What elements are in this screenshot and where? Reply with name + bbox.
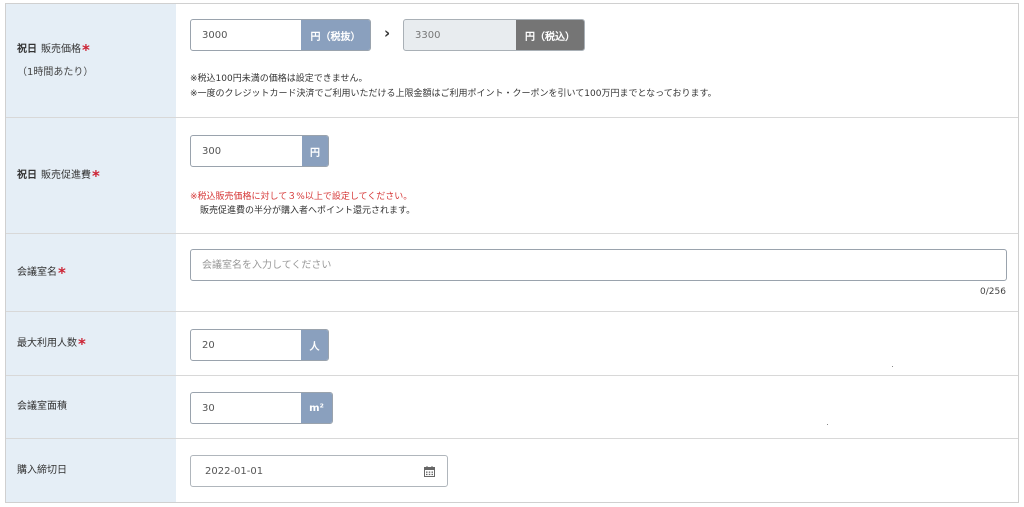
per-hour-note: （1時間あたり） <box>17 67 94 78</box>
room-name-label-text: 会議室名 <box>17 266 57 278</box>
price-incl-tax-group: 円（税込） <box>403 19 585 51</box>
room-area-label-text: 会議室面積 <box>17 401 67 412</box>
price-incl-tax-unit: 円（税込） <box>516 20 584 50</box>
max-people-label-text: 最大利用人数 <box>17 337 77 349</box>
char-counter: 0/256 <box>980 287 1006 297</box>
price-note-2: ※一度のクレジットカード決済でご利用いただける上限金額はご利用ポイント・クーポン… <box>190 89 717 99</box>
max-people-label: 最大利用人数 * <box>6 312 176 375</box>
room-name-content: 0/256 <box>176 234 1018 311</box>
max-people-content: 人 <box>176 312 1018 375</box>
deadline-input[interactable] <box>191 456 411 486</box>
room-area-group: m² <box>190 392 333 424</box>
promo-fee-unit: 円 <box>302 136 328 166</box>
deadline-label-text: 購入締切日 <box>17 464 67 476</box>
row-holiday-price: 祝日 販売価格 * （1時間あたり） 円（税抜） › 円（税込） ※税込100円… <box>6 4 1018 118</box>
room-area-label: 会議室面積 <box>6 376 176 438</box>
price-excl-tax-input[interactable] <box>191 20 301 50</box>
row-deadline: 購入締切日 <box>6 439 1018 502</box>
row-max-people: 最大利用人数 * 人 <box>6 312 1018 376</box>
holiday-price-label: 祝日 販売価格 * （1時間あたり） <box>6 4 176 117</box>
room-settings-form: 祝日 販売価格 * （1時間あたり） 円（税抜） › 円（税込） ※税込100円… <box>5 3 1019 503</box>
room-area-unit: m² <box>301 393 332 423</box>
room-area-input[interactable] <box>191 393 301 423</box>
deadline-content <box>176 439 1018 502</box>
promo-warning-note: ※税込販売価格に対して３%以上で設定してください。 <box>190 192 413 202</box>
holiday-promo-label: 祝日 販売促進費 * <box>6 118 176 233</box>
required-mark: * <box>82 41 90 59</box>
stray-dot <box>892 366 893 367</box>
room-name-label: 会議室名 * <box>6 234 176 311</box>
holiday-tag: 祝日 <box>17 169 37 181</box>
holiday-price-content: 円（税抜） › 円（税込） ※税込100円未満の価格は設定できません。 ※一度の… <box>176 4 1018 117</box>
room-name-group <box>190 249 1007 281</box>
row-room-name: 会議室名 * 0/256 <box>6 234 1018 312</box>
stray-dot <box>827 424 828 425</box>
price-note-1: ※税込100円未満の価格は設定できません。 <box>190 74 368 84</box>
deadline-group <box>190 455 448 487</box>
row-room-area: 会議室面積 m² <box>6 376 1018 439</box>
calendar-icon[interactable] <box>424 466 435 477</box>
holiday-promo-label-text: 販売促進費 <box>41 169 91 181</box>
required-mark: * <box>92 166 100 185</box>
chevron-right-icon: › <box>384 24 391 42</box>
price-incl-tax-input <box>404 20 516 50</box>
price-excl-tax-group: 円（税抜） <box>190 19 371 51</box>
max-people-group: 人 <box>190 329 329 361</box>
required-mark: * <box>58 263 66 282</box>
row-holiday-promo: 祝日 販売促進費 * 円 ※税込販売価格に対して３%以上で設定してください。 販… <box>6 118 1018 234</box>
promo-info-note: 販売促進費の半分が購入者へポイント還元されます。 <box>200 206 416 216</box>
promo-fee-group: 円 <box>190 135 329 167</box>
deadline-label: 購入締切日 <box>6 439 176 502</box>
max-people-input[interactable] <box>191 330 301 360</box>
promo-fee-input[interactable] <box>191 136 302 166</box>
holiday-tag: 祝日 <box>17 44 37 55</box>
required-mark: * <box>78 334 86 353</box>
room-area-content: m² <box>176 376 1018 438</box>
holiday-promo-content: 円 ※税込販売価格に対して３%以上で設定してください。 販売促進費の半分が購入者… <box>176 118 1018 233</box>
room-name-input[interactable] <box>191 250 1006 280</box>
price-excl-tax-unit: 円（税抜） <box>301 20 370 50</box>
max-people-unit: 人 <box>301 330 328 360</box>
holiday-price-label-text: 販売価格 <box>41 44 81 55</box>
